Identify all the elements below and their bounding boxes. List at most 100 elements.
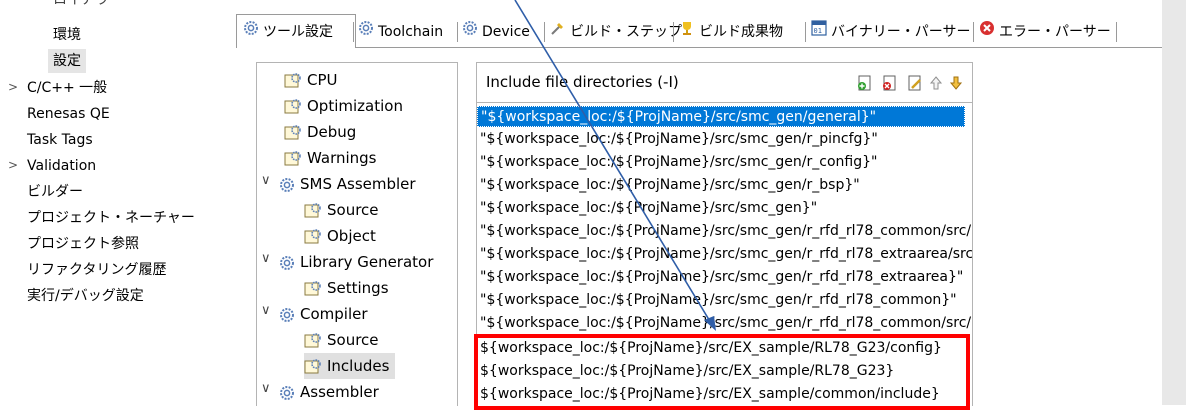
pref-item-project-references[interactable]: プロジェクト参照 — [27, 232, 139, 256]
tab-label: Device — [482, 24, 530, 40]
scrollbar-track[interactable] — [1162, 0, 1186, 405]
tree-node-label: Source — [327, 331, 379, 349]
include-row[interactable]: "${workspace_loc:/${ProjName}/src/smc_ge… — [480, 198, 817, 219]
tree-node-label: Optimization — [307, 97, 403, 115]
tree-node-label: Library Generator — [300, 253, 434, 271]
tab-label: バイナリー・パーサー — [831, 24, 971, 40]
tree-node-sms-object[interactable]: Object — [304, 223, 376, 249]
tree-node-libgen-settings[interactable]: Settings — [304, 275, 389, 301]
tab-label: ビルド成果物 — [699, 24, 783, 40]
gear-icon — [280, 255, 294, 270]
include-row[interactable]: "${workspace_loc:/${ProjName}/src/smc_ge… — [480, 129, 878, 150]
tree-node-library-generator[interactable]: Library Generator — [279, 249, 433, 275]
tab-label: エラー・パーサー — [999, 24, 1111, 40]
tab-error-parsers[interactable]: エラー・パーサー — [979, 18, 1111, 46]
tab-build-artifact[interactable]: ビルド成果物 — [679, 18, 783, 46]
tree-node-label: Assembler — [300, 383, 379, 401]
pref-item-validation[interactable]: Validation — [27, 154, 96, 178]
settings-page-icon — [304, 202, 321, 217]
include-row[interactable]: "${workspace_loc:/${ProjName}/src/smc_ge… — [480, 267, 963, 288]
tree-node-label: SMS Assembler — [300, 175, 416, 193]
settings-page-icon — [284, 150, 301, 165]
chevron-down-icon[interactable]: ∨ — [261, 381, 271, 396]
tab-bar: ツール設定 Toolchain Device ビルド・ステップ ビルド成果物 0… — [232, 14, 1162, 48]
highlight-box — [474, 334, 970, 410]
tab-divider — [673, 22, 674, 42]
pref-item-layout[interactable]: ロイアウ — [53, 0, 109, 12]
tab-divider — [544, 22, 545, 42]
settings-page-icon — [284, 98, 301, 113]
add-icon[interactable] — [857, 75, 873, 91]
gear-icon — [358, 18, 374, 46]
include-row[interactable]: "${workspace_loc:/${ProjName}/src/smc_ge… — [480, 152, 877, 173]
tree-node-assembler[interactable]: Assembler — [279, 379, 379, 405]
settings-page-icon — [304, 358, 321, 373]
gear-icon — [280, 385, 294, 400]
tab-tool-settings[interactable]: ツール設定 — [236, 14, 356, 48]
svg-text:01: 01 — [814, 27, 822, 35]
gear-icon — [280, 177, 294, 192]
pref-item-cc-general[interactable]: C/C++ 一般 — [27, 76, 107, 100]
move-down-icon[interactable] — [948, 75, 964, 91]
chevron-down-icon[interactable]: ∨ — [261, 251, 271, 266]
tab-device[interactable]: Device — [462, 18, 530, 46]
move-up-icon[interactable] — [928, 75, 944, 91]
tab-divider — [353, 22, 354, 42]
pref-item-task-tags[interactable]: Task Tags — [27, 128, 93, 152]
tab-divider — [1116, 22, 1117, 42]
tree-node-label: Object — [327, 227, 376, 245]
chevron-right-icon[interactable]: > — [8, 158, 18, 172]
gear-icon — [280, 307, 294, 322]
settings-page-icon — [284, 124, 301, 139]
build-steps-icon — [550, 18, 566, 46]
pref-item-renesas-qe[interactable]: Renesas QE — [27, 102, 110, 126]
tree-node-optimization[interactable]: Optimization — [284, 93, 403, 119]
tree-node-compiler-source[interactable]: Source — [304, 327, 379, 353]
pref-item-settings[interactable]: 設定 — [48, 49, 86, 73]
include-row[interactable]: "${workspace_loc:/${ProjName}/src/smc_ge… — [480, 244, 972, 265]
edit-icon[interactable] — [907, 75, 923, 91]
tree-node-sms-assembler[interactable]: SMS Assembler — [279, 171, 416, 197]
include-row[interactable]: "${workspace_loc:/${ProjName}/src/smc_ge… — [480, 313, 972, 334]
tab-divider — [805, 22, 806, 42]
pref-item-run-debug-settings[interactable]: 実行/デバッグ設定 — [27, 284, 144, 308]
tab-divider — [973, 22, 974, 42]
error-icon — [979, 18, 995, 46]
binary-icon: 01 — [811, 18, 827, 46]
include-list-header: Include file directories (-I) — [476, 62, 973, 103]
tree-node-label: CPU — [307, 71, 338, 89]
tab-binary-parsers[interactable]: 01 バイナリー・パーサー — [811, 18, 970, 46]
tab-divider — [457, 22, 458, 42]
tab-label: ビルド・ステップ — [570, 24, 682, 40]
tree-node-compiler-includes[interactable]: Includes — [304, 353, 396, 379]
pref-item-refactoring-history[interactable]: リファクタリング履歴 — [27, 258, 166, 282]
include-row[interactable]: "${workspace_loc:/${ProjName}/src/smc_ge… — [477, 106, 965, 127]
chevron-down-icon[interactable]: ∨ — [261, 173, 271, 188]
tree-node-debug[interactable]: Debug — [284, 119, 356, 145]
include-row[interactable]: "${workspace_loc:/${ProjName}/src/smc_ge… — [480, 290, 957, 311]
tab-label: Toolchain — [378, 24, 444, 40]
trophy-icon — [679, 18, 695, 46]
tree-node-warnings[interactable]: Warnings — [284, 145, 377, 171]
tree-node-compiler[interactable]: Compiler — [279, 301, 368, 327]
pref-item-project-natures[interactable]: プロジェクト・ネーチャー — [27, 206, 195, 230]
delete-icon[interactable] — [882, 75, 898, 91]
tree-node-label: Source — [327, 201, 379, 219]
include-list-title: Include file directories (-I) — [486, 73, 679, 91]
settings-page-icon — [304, 332, 321, 347]
chevron-down-icon[interactable]: ∨ — [261, 303, 271, 318]
tree-node-cpu[interactable]: CPU — [284, 67, 338, 93]
gear-icon — [462, 18, 478, 46]
settings-page-icon — [304, 280, 321, 295]
include-row[interactable]: "${workspace_loc:/${ProjName}/src/smc_ge… — [480, 175, 860, 196]
tab-toolchain[interactable]: Toolchain — [358, 18, 443, 46]
tab-build-steps[interactable]: ビルド・ステップ — [550, 18, 682, 46]
include-row[interactable]: "${workspace_loc:/${ProjName}/src/smc_ge… — [480, 221, 972, 242]
tree-node-label: Settings — [327, 279, 389, 297]
tool-settings-tree: CPU Optimization Debug Warnings ∨ SMS As… — [256, 62, 458, 406]
pref-item-builder[interactable]: ビルダー — [27, 180, 83, 204]
pref-item-environment[interactable]: 環境 — [53, 23, 81, 47]
chevron-right-icon[interactable]: > — [8, 80, 18, 94]
gear-icon — [243, 15, 259, 49]
tree-node-sms-source[interactable]: Source — [304, 197, 379, 223]
